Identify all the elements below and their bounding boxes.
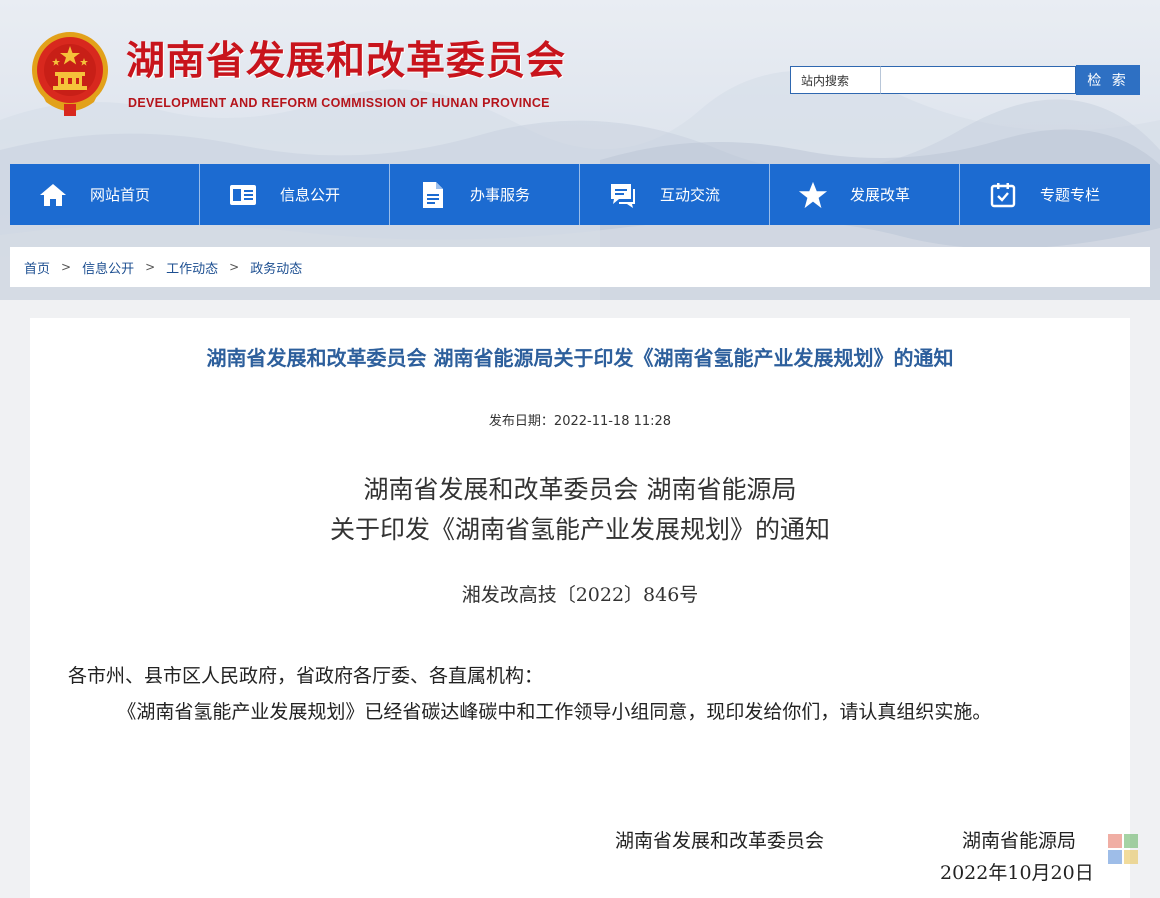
id-card-icon bbox=[228, 180, 258, 210]
calendar-icon bbox=[988, 180, 1018, 210]
breadcrumb-separator: > bbox=[145, 260, 156, 274]
nav-label: 办事服务 bbox=[470, 186, 531, 204]
site-title: 湖南省发展和改革委员会 bbox=[126, 39, 567, 84]
document-title-line2: 关于印发《湖南省氢能产业发展规划》的通知 bbox=[329, 515, 830, 544]
chat-icon bbox=[608, 180, 638, 210]
home-icon bbox=[38, 180, 68, 210]
salutation: 各市州、县市区人民政府，省政府各厅委、各直属机构： bbox=[68, 665, 544, 687]
breadcrumb-info-link[interactable]: 信息公开 bbox=[82, 258, 134, 277]
document-icon bbox=[418, 180, 448, 210]
site-subtitle: DEVELOPMENT AND REFORM COMMISSION OF HUN… bbox=[128, 96, 550, 110]
search-button[interactable]: 检 索 bbox=[1076, 65, 1140, 95]
breadcrumb-affairs-link[interactable]: 政务动态 bbox=[250, 258, 302, 277]
nav-item-special-topics[interactable]: 专题专栏 bbox=[960, 164, 1150, 225]
national-emblem-logo bbox=[28, 28, 112, 118]
signer-energy-bureau: 湖南省能源局 bbox=[962, 830, 1077, 852]
nav-label: 专题专栏 bbox=[1040, 186, 1101, 204]
nav-label: 互动交流 bbox=[660, 186, 721, 204]
publish-date: 发布日期：2022-11-18 11:28 bbox=[488, 414, 672, 429]
breadcrumb-work-link[interactable]: 工作动态 bbox=[166, 258, 218, 277]
star-icon bbox=[798, 180, 828, 210]
nav-item-info-disclosure[interactable]: 信息公开 bbox=[200, 164, 390, 225]
document-title-line1: 湖南省发展和改革委员会 湖南省能源局 bbox=[363, 475, 797, 504]
article-title: 湖南省发展和改革委员会 湖南省能源局关于印发《湖南省氢能产业发展规划》的通知 bbox=[206, 346, 954, 370]
nav-item-development-reform[interactable]: 发展改革 bbox=[770, 164, 960, 225]
signer-commission: 湖南省发展和改革委员会 bbox=[615, 830, 825, 852]
nav-label: 发展改革 bbox=[850, 186, 911, 204]
nav-label: 信息公开 bbox=[280, 186, 341, 204]
nav-item-interaction[interactable]: 互动交流 bbox=[580, 164, 770, 225]
breadcrumb-separator: > bbox=[61, 260, 72, 274]
document-title: 湖南省发展和改革委员会 湖南省能源局 关于印发《湖南省氢能产业发展规划》的通知 bbox=[30, 470, 1130, 550]
search-bar: 站内搜索 检 索 bbox=[790, 65, 1140, 96]
body-paragraph: 《湖南省氢能产业发展规划》已经省碳达峰碳中和工作领导小组同意，现印发给你们，请认… bbox=[117, 701, 992, 723]
search-label: 站内搜索 bbox=[790, 66, 880, 94]
nav-label: 网站首页 bbox=[90, 186, 151, 204]
nav-item-home[interactable]: 网站首页 bbox=[10, 164, 200, 225]
main-navigation: 网站首页 信息公开 办事服务 互动交流 发展改革 专题专栏 bbox=[10, 164, 1150, 225]
breadcrumb-home-link[interactable]: 首页 bbox=[24, 258, 50, 277]
search-input[interactable] bbox=[880, 66, 1076, 94]
nav-item-services[interactable]: 办事服务 bbox=[390, 164, 580, 225]
sign-date: 2022年10月20日 bbox=[940, 862, 1094, 884]
article-content: 湖南省发展和改革委员会 湖南省能源局关于印发《湖南省氢能产业发展规划》的通知 发… bbox=[30, 318, 1130, 898]
document-body: 各市州、县市区人民政府，省政府各厅委、各直属机构： 《湖南省氢能产业发展规划》已… bbox=[68, 658, 1058, 730]
breadcrumb: 首页 > 信息公开 > 工作动态 > 政务动态 bbox=[10, 247, 1150, 287]
breadcrumb-separator: > bbox=[229, 260, 240, 274]
document-number: 湘发改高技〔2022〕846号 bbox=[461, 584, 699, 606]
watermark-logo bbox=[1098, 830, 1154, 878]
